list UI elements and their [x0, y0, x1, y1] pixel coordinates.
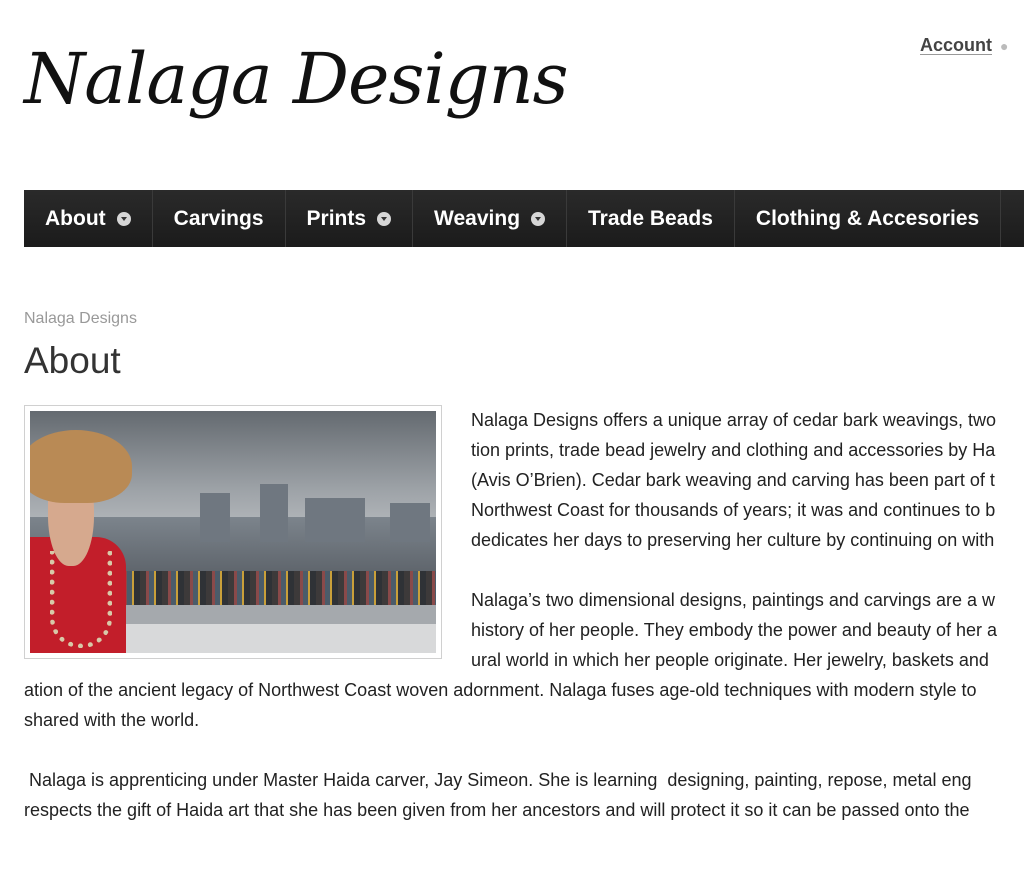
breadcrumb[interactable]: Nalaga Designs	[24, 310, 137, 328]
paragraph-line: respects the gift of Haida art that she …	[24, 800, 970, 820]
nav-item-about[interactable]: About	[24, 190, 153, 247]
photo-building	[200, 493, 230, 542]
nav-item-label: Prints	[306, 206, 367, 230]
page-title: About	[24, 340, 121, 381]
photo-image	[30, 411, 436, 653]
nav-item-trade-beads[interactable]: Trade Beads	[567, 190, 735, 247]
paragraph-line: ural world in which her people originate…	[471, 650, 989, 670]
nav-item-label: Weaving	[434, 206, 521, 230]
nav-item-label: Clothing & Accesories	[755, 206, 980, 230]
about-photo	[24, 405, 442, 659]
nav-item-label: Trade Beads	[588, 206, 713, 230]
nav-item-label: About	[45, 206, 106, 230]
separator-dot: ●	[1000, 38, 1009, 54]
nav-item-weaving[interactable]: Weaving	[413, 190, 568, 247]
chevron-down-icon	[116, 211, 131, 226]
nav-item-clothing[interactable]: Clothing & Accesories	[735, 190, 1002, 247]
photo-building	[390, 502, 430, 542]
utility-links: Account ●	[920, 35, 1008, 56]
photo-building	[305, 498, 365, 542]
account-link[interactable]: Account	[920, 35, 992, 55]
paragraph-line: shared with the world.	[24, 710, 200, 730]
photo-person-hat	[30, 430, 132, 503]
chevron-down-icon	[531, 211, 546, 226]
photo-building	[260, 483, 288, 542]
nav-item-prints[interactable]: Prints	[286, 190, 414, 247]
photo-necklace	[50, 551, 112, 649]
paragraph-line: dedicates her days to preserving her cul…	[471, 530, 995, 550]
nav-item-carvings[interactable]: Carvings	[153, 190, 286, 247]
paragraph-line: (Avis O’Brien). Cedar bark weaving and c…	[471, 470, 995, 490]
paragraph-line: history of her people. They embody the p…	[471, 620, 997, 640]
main-nav: About Carvings Prints Weaving Trade Bead…	[24, 190, 1024, 247]
paragraph-line: Nalaga is apprenticing under Master Haid…	[24, 770, 972, 790]
paragraph-line: Nalaga Designs offers a unique array of …	[471, 410, 996, 430]
nav-item-label: Carvings	[173, 206, 264, 230]
paragraph-line: ation of the ancient legacy of Northwest…	[24, 680, 977, 700]
paragraph-line: Northwest Coast for thousands of years; …	[471, 500, 996, 520]
chevron-down-icon	[377, 211, 392, 226]
site-logo[interactable]: Nalaga Designs	[24, 44, 569, 114]
paragraph-line: tion prints, trade bead jewelry and clot…	[471, 440, 996, 460]
paragraph-line: Nalaga’s two dimensional designs, painti…	[471, 590, 995, 610]
